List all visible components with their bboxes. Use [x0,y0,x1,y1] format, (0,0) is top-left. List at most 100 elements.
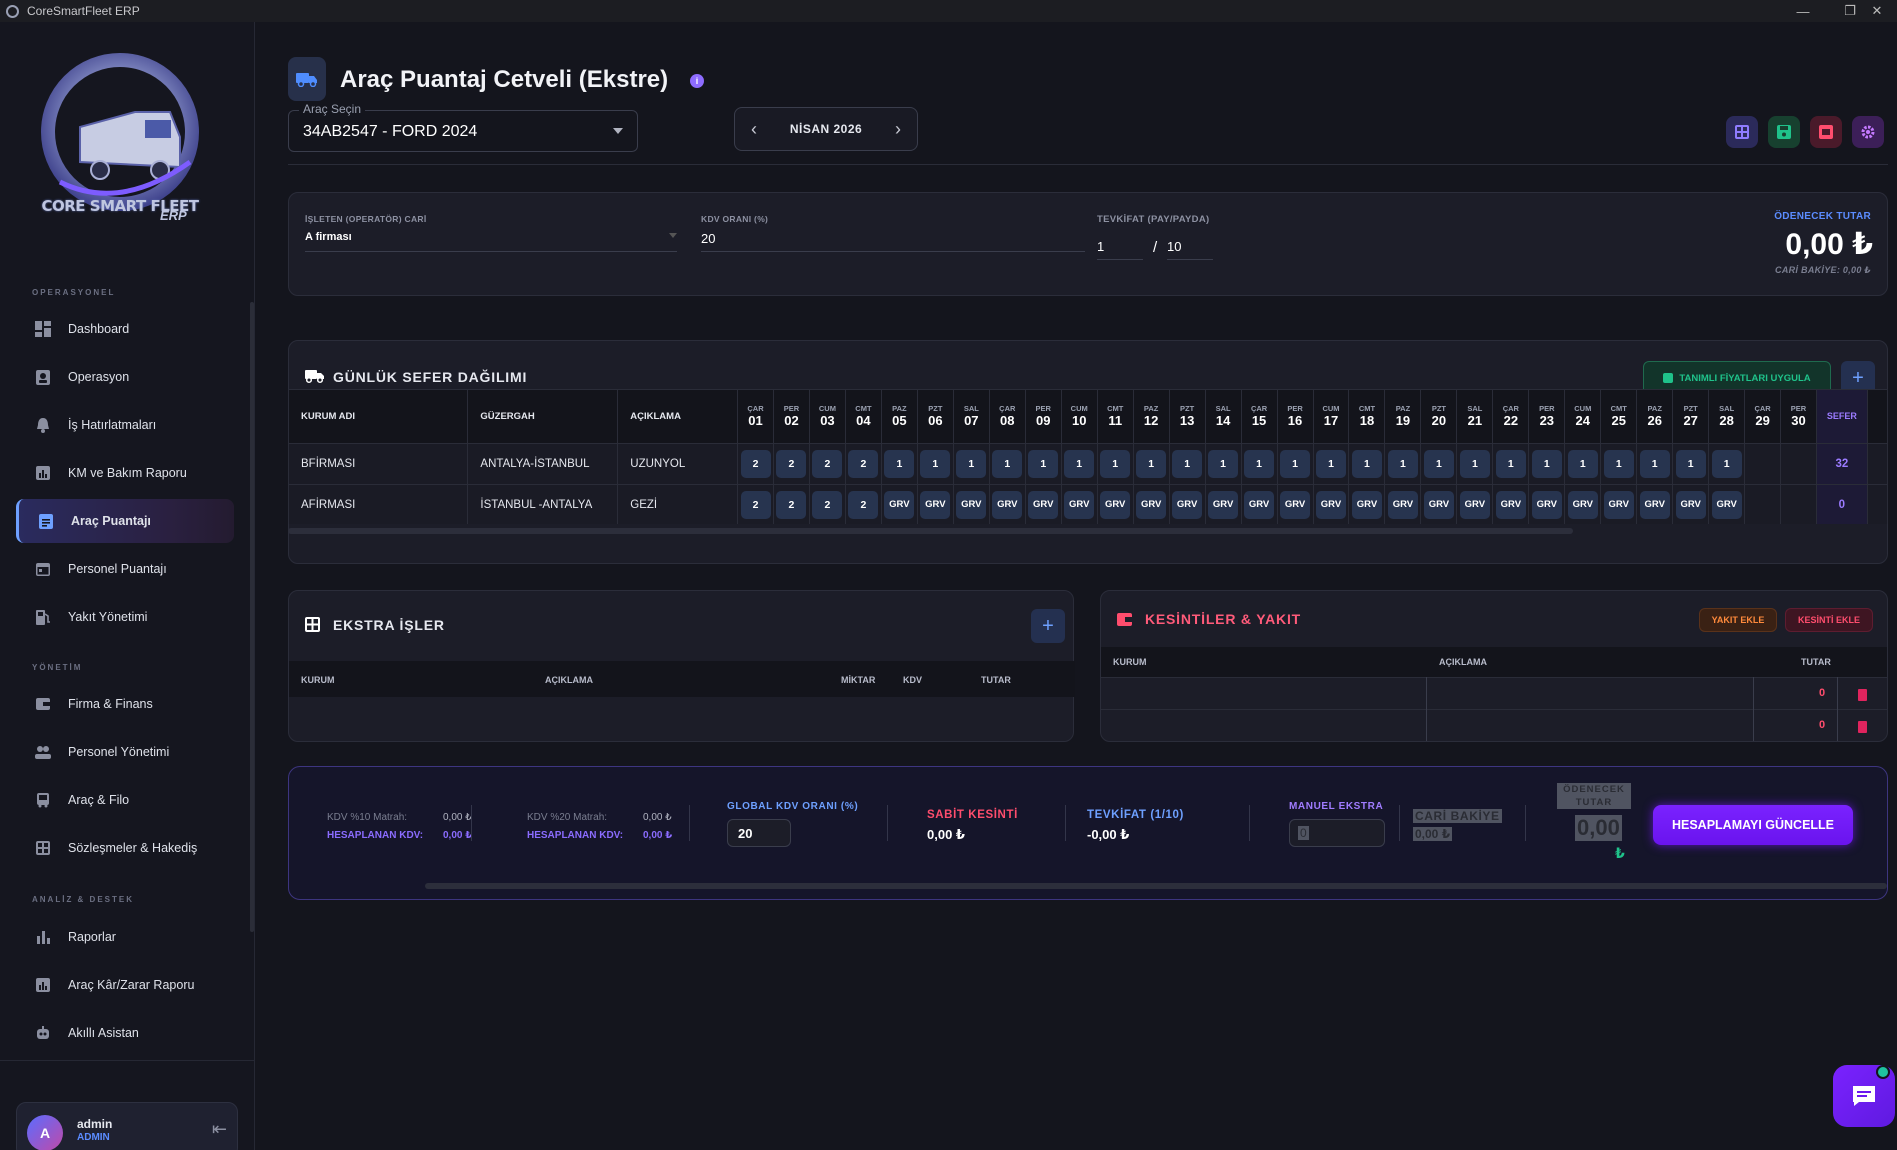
nav-item-operasyon[interactable]: Operasyon [16,355,234,399]
day-cell[interactable]: 1 [1024,443,1062,485]
day-cell[interactable]: 1 [1492,443,1530,485]
cell-guzergah[interactable]: İSTANBUL -ANTALYA [467,484,619,524]
day-cell[interactable]: GRV [880,484,918,524]
day-cell[interactable]: 2 [772,443,810,485]
nav-item-dashboard[interactable]: Dashboard [16,307,234,351]
kdv-input[interactable]: 20 [701,231,715,246]
save-button[interactable] [1768,116,1800,148]
nav-item-arac-filo[interactable]: Araç & Filo [16,778,234,822]
day-cell[interactable]: 1 [1096,443,1134,485]
day-cell[interactable]: 1 [1456,443,1494,485]
day-cell[interactable]: GRV [1636,484,1674,524]
nav-item-km-bakim[interactable]: KM ve Bakım Raporu [16,451,234,495]
day-cell[interactable]: GRV [1348,484,1386,524]
day-cell[interactable]: 1 [1204,443,1242,485]
settings-button[interactable] [1852,116,1884,148]
vehicle-select[interactable]: Araç Seçin 34AB2547 - FORD 2024 [288,102,638,152]
nav-item-personel-puantaji[interactable]: Personel Puantajı [16,547,234,591]
day-cell[interactable]: 1 [1600,443,1638,485]
day-cell[interactable]: 2 [737,443,774,485]
sidebar-scrollbar[interactable] [250,302,254,932]
nav-item-personel-yonetimi[interactable]: Personel Yönetimi [16,730,234,774]
nav-item-is-hatirlatmalari[interactable]: İş Hatırlatmaları [16,403,234,447]
day-cell[interactable]: GRV [1492,484,1530,524]
day-cell[interactable]: 1 [1420,443,1458,485]
day-cell[interactable]: 1 [1672,443,1710,485]
day-cell[interactable]: 2 [737,484,774,524]
day-cell[interactable]: 2 [808,443,846,485]
day-cell[interactable]: 1 [1276,443,1314,485]
day-cell[interactable] [1744,443,1782,485]
nav-item-akilli-asistan[interactable]: Akıllı Asistan [16,1011,234,1055]
day-cell[interactable]: GRV [1312,484,1350,524]
tevkifat-pay-input[interactable]: 1 [1097,239,1104,254]
day-cell[interactable]: GRV [1384,484,1422,524]
day-cell[interactable]: 1 [1348,443,1386,485]
day-cell[interactable]: 1 [952,443,990,485]
day-cell[interactable]: GRV [1420,484,1458,524]
day-cell[interactable]: 2 [772,484,810,524]
minimize-icon[interactable]: — [1783,0,1823,22]
cell-kurum[interactable]: AFİRMASI [288,484,469,524]
nav-item-firma-finans[interactable]: Firma & Finans [16,682,234,726]
day-cell[interactable]: GRV [1564,484,1602,524]
day-cell[interactable]: GRV [1060,484,1098,524]
day-cell[interactable]: 1 [1636,443,1674,485]
operator-select[interactable]: A firması [305,231,352,243]
day-cell[interactable]: GRV [1672,484,1710,524]
table-view-button[interactable] [1726,116,1758,148]
day-cell[interactable]: GRV [916,484,954,524]
add-fuel-button[interactable]: YAKIT EKLE [1699,608,1777,632]
nav-item-sozlesmeler[interactable]: Sözleşmeler & Hakediş [16,826,234,870]
day-cell[interactable]: GRV [1600,484,1638,524]
nav-item-yakit[interactable]: Yakıt Yönetimi [16,595,234,639]
add-extra-button[interactable]: + [1031,609,1065,643]
nav-item-kar-zarar[interactable]: Araç Kâr/Zarar Raporu [16,963,234,1007]
day-cell[interactable]: GRV [1708,484,1746,524]
day-cell[interactable]: 1 [1708,443,1746,485]
day-cell[interactable]: 2 [844,484,882,524]
prev-month-button[interactable]: ‹ [751,119,757,140]
next-month-button[interactable]: › [895,119,901,140]
day-cell[interactable]: GRV [1168,484,1206,524]
pdf-export-button[interactable] [1810,116,1842,148]
cell-guzergah[interactable]: ANTALYA-İSTANBUL [467,443,619,485]
trash-icon[interactable] [1858,721,1867,733]
table-hscrollbar[interactable] [288,528,1573,534]
day-cell[interactable]: 1 [1240,443,1278,485]
nav-item-arac-puantaji[interactable]: Araç Puantajı [16,499,234,543]
summary-hscrollbar[interactable] [425,883,1887,889]
day-cell[interactable]: GRV [1024,484,1062,524]
day-cell[interactable]: GRV [1096,484,1134,524]
day-cell[interactable]: 2 [808,484,846,524]
add-deduction-button[interactable]: KESİNTİ EKLE [1785,608,1873,632]
cell-aciklama[interactable]: GEZİ [617,484,739,524]
tevkifat-payda-input[interactable]: 10 [1167,239,1181,254]
day-cell[interactable] [1780,484,1817,524]
day-cell[interactable]: 1 [1564,443,1602,485]
logout-icon[interactable]: ⇤ [212,1119,227,1140]
day-cell[interactable]: GRV [1240,484,1278,524]
day-cell[interactable]: 1 [1132,443,1170,485]
day-cell[interactable]: 1 [916,443,954,485]
day-cell[interactable]: GRV [1456,484,1494,524]
day-cell[interactable]: 1 [1384,443,1422,485]
cell-kurum[interactable]: BFİRMASI [288,443,469,485]
day-cell[interactable]: 1 [880,443,918,485]
day-cell[interactable] [1744,484,1782,524]
day-cell[interactable]: GRV [1528,484,1566,524]
day-cell[interactable]: 1 [1060,443,1098,485]
day-cell[interactable]: GRV [988,484,1026,524]
day-cell[interactable]: 2 [844,443,882,485]
day-cell[interactable]: GRV [1132,484,1170,524]
global-kdv-input[interactable]: 20 [727,819,791,847]
day-cell[interactable]: 1 [1528,443,1566,485]
trash-icon[interactable] [1858,689,1867,701]
day-cell[interactable]: 1 [988,443,1026,485]
nav-item-raporlar[interactable]: Raporlar [16,915,234,959]
day-cell[interactable]: GRV [952,484,990,524]
day-cell[interactable]: 1 [1312,443,1350,485]
day-cell[interactable]: 1 [1168,443,1206,485]
manuel-ekstra-input[interactable]: 0 [1289,819,1385,847]
user-profile[interactable]: A admin ADMIN ⇤ [16,1102,238,1150]
